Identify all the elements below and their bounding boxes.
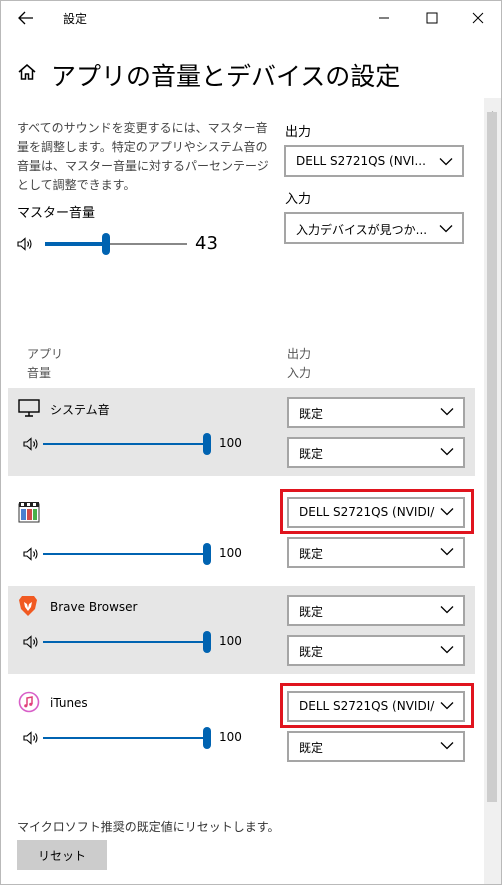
output-header: 出力 xyxy=(287,347,312,361)
scrollbar-thumb[interactable] xyxy=(487,112,497,802)
volume-thumb[interactable] xyxy=(203,433,211,455)
speaker-icon xyxy=(23,730,39,749)
volume-value: 100 xyxy=(219,546,242,560)
app-output-dropdown[interactable]: 既定 xyxy=(287,595,465,626)
minimize-button[interactable] xyxy=(361,1,407,35)
volume-thumb[interactable] xyxy=(203,727,211,749)
input-device-value: 入力デバイスが見つか... xyxy=(296,223,428,237)
window-title: 設定 xyxy=(63,12,88,26)
vertical-scrollbar[interactable] xyxy=(484,98,501,884)
app-input-dropdown[interactable]: 既定 xyxy=(287,635,465,666)
app-name: Brave Browser xyxy=(50,600,138,614)
output-device-value: DELL S2721QS (NVI... xyxy=(296,154,426,168)
maximize-button[interactable] xyxy=(409,1,455,35)
itunes-icon xyxy=(18,691,40,717)
app-name: システム音 xyxy=(50,403,110,417)
volume-value: 100 xyxy=(219,634,242,648)
speaker-icon xyxy=(17,236,33,255)
speaker-icon xyxy=(23,546,39,565)
chevron-down-icon xyxy=(440,742,454,750)
volume-track xyxy=(43,443,207,445)
volume-track xyxy=(43,641,207,643)
media-player-classic-icon xyxy=(18,501,40,527)
app-input-dropdown[interactable]: 既定 xyxy=(287,437,465,468)
output-device-dropdown[interactable]: DELL S2721QS (NVI... xyxy=(284,145,464,177)
app-name: iTunes xyxy=(50,696,88,710)
master-slider-thumb[interactable] xyxy=(102,233,111,255)
app-input-value: 既定 xyxy=(299,547,324,561)
app-header: アプリ xyxy=(27,347,64,361)
app-input-value: 既定 xyxy=(299,447,324,461)
highlight-box xyxy=(280,683,474,728)
volume-thumb[interactable] xyxy=(203,631,211,653)
chevron-down-icon xyxy=(439,158,453,166)
volume-thumb[interactable] xyxy=(203,543,211,565)
volume-track xyxy=(43,553,207,555)
chevron-down-icon xyxy=(440,646,454,654)
volume-track xyxy=(43,737,207,739)
volume-value: 100 xyxy=(219,436,242,450)
app-volume-slider[interactable]: 100 xyxy=(23,631,253,653)
speaker-icon xyxy=(23,634,39,653)
app-volume-slider[interactable]: 100 xyxy=(23,727,253,749)
volume-value: 100 xyxy=(219,730,242,744)
app-input-dropdown[interactable]: 既定 xyxy=(287,537,465,568)
brave-lion-icon xyxy=(18,595,38,621)
chevron-down-icon xyxy=(440,548,454,556)
input-header: 入力 xyxy=(287,366,312,380)
app-output-value: 既定 xyxy=(299,407,324,421)
app-output-dropdown[interactable]: 既定 xyxy=(287,397,465,428)
speaker-icon xyxy=(23,436,39,455)
app-input-dropdown[interactable]: 既定 xyxy=(287,731,465,762)
home-icon[interactable] xyxy=(17,62,37,86)
chevron-down-icon xyxy=(440,408,454,416)
title-bar: 設定 xyxy=(1,1,501,35)
input-device-dropdown[interactable]: 入力デバイスが見つか... xyxy=(284,212,464,244)
master-description: すべてのサウンドを変更するには、マスター音量を調整します。特定のアプリやシステム… xyxy=(17,121,269,192)
column-header-app: アプリ 音量 xyxy=(27,345,63,383)
back-arrow-icon[interactable] xyxy=(15,7,37,29)
app-volume-slider[interactable]: 100 xyxy=(23,543,253,565)
chevron-down-icon xyxy=(439,225,453,233)
app-output-value: 既定 xyxy=(299,605,324,619)
close-button[interactable] xyxy=(455,1,501,35)
page-title: アプリの音量とデバイスの設定 xyxy=(51,62,401,91)
app-input-value: 既定 xyxy=(299,645,324,659)
chevron-down-icon xyxy=(440,606,454,614)
highlight-box xyxy=(280,489,474,534)
app-volume-slider[interactable]: 100 xyxy=(23,433,253,455)
column-header-device: 出力 入力 xyxy=(287,345,311,383)
settings-window: 設定 アプリの音量とデバイスの設定 すべてのサウンドを変更するには、マスター音量… xyxy=(0,0,502,885)
chevron-down-icon xyxy=(440,448,454,456)
app-input-value: 既定 xyxy=(299,741,324,755)
master-track-fill xyxy=(45,242,107,246)
master-volume-label: マスター音量 xyxy=(17,206,96,221)
output-label: 出力 xyxy=(285,125,312,140)
input-label: 入力 xyxy=(285,192,312,207)
reset-description: マイクロソフト推奨の既定値にリセットします。 xyxy=(17,820,280,834)
master-volume-value: 43 xyxy=(195,233,218,254)
monitor-icon xyxy=(18,399,40,421)
volume-header: 音量 xyxy=(27,366,52,380)
reset-button[interactable]: リセット xyxy=(17,840,107,870)
